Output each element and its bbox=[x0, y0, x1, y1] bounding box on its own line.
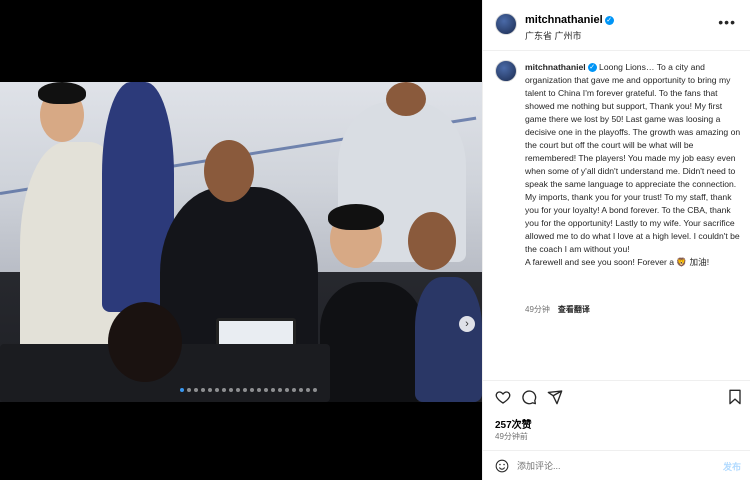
carousel-dot bbox=[201, 388, 205, 392]
location-link[interactable]: 广东省 广州市 bbox=[525, 29, 582, 42]
verified-badge-icon: ✓ bbox=[587, 63, 597, 72]
caption-avatar[interactable] bbox=[495, 60, 517, 82]
username-link[interactable]: mitchnathaniel ✓ bbox=[525, 14, 614, 26]
carousel-dot bbox=[299, 388, 303, 392]
carousel-dot bbox=[236, 388, 240, 392]
photo-assistant bbox=[320, 282, 424, 402]
carousel-dot bbox=[278, 388, 282, 392]
carousel-dot bbox=[222, 388, 226, 392]
photo-player-right bbox=[415, 277, 482, 402]
post-time: 49分钟前 bbox=[495, 432, 528, 441]
carousel-dot bbox=[208, 388, 212, 392]
post-header: mitchnathaniel ✓ 广东省 广州市 ••• bbox=[483, 0, 750, 51]
action-bar bbox=[483, 380, 750, 408]
post-photo[interactable]: › bbox=[0, 82, 482, 402]
carousel-dot bbox=[215, 388, 219, 392]
carousel-next-button[interactable]: › bbox=[459, 316, 475, 332]
caption-meta: 49分钟 查看翻译 bbox=[525, 304, 590, 315]
verified-badge-icon: ✓ bbox=[604, 16, 614, 25]
photo-coach-head bbox=[204, 140, 254, 202]
comment-icon[interactable] bbox=[521, 389, 537, 405]
carousel-dot bbox=[313, 388, 317, 392]
photo-staff-head bbox=[386, 82, 426, 116]
heart-icon[interactable] bbox=[495, 389, 511, 405]
more-options-icon[interactable]: ••• bbox=[718, 14, 736, 30]
carousel-dot bbox=[180, 388, 184, 392]
caption-text: mitchnathaniel ✓ Loong Lions… To a city a… bbox=[525, 61, 741, 269]
post-side-panel: mitchnathaniel ✓ 广东省 广州市 ••• mitchnathani… bbox=[482, 0, 750, 480]
avatar[interactable] bbox=[495, 13, 517, 35]
photo-foreground-head bbox=[108, 302, 182, 382]
caption-area: mitchnathaniel ✓ Loong Lions… To a city a… bbox=[483, 52, 750, 380]
likes-count[interactable]: 257次赞 bbox=[495, 416, 532, 431]
caption-username[interactable]: mitchnathaniel bbox=[525, 62, 586, 72]
media-panel: › bbox=[0, 0, 482, 480]
carousel-dot bbox=[306, 388, 310, 392]
post-comment-button[interactable]: 发布 bbox=[723, 460, 741, 473]
photo-hair bbox=[38, 82, 86, 104]
carousel-dot bbox=[292, 388, 296, 392]
carousel-dot bbox=[285, 388, 289, 392]
carousel-dot bbox=[257, 388, 261, 392]
caption-age: 49分钟 bbox=[525, 305, 550, 314]
bookmark-icon[interactable] bbox=[727, 389, 743, 405]
username-text: mitchnathaniel bbox=[525, 14, 603, 26]
share-icon[interactable] bbox=[547, 389, 563, 405]
caption-farewell: A farewell and see you soon! Forever a 🦁… bbox=[525, 257, 710, 267]
comment-input[interactable] bbox=[517, 457, 707, 475]
carousel-dot bbox=[229, 388, 233, 392]
emoji-icon[interactable] bbox=[495, 459, 509, 473]
photo-player-right-head bbox=[408, 212, 456, 270]
comment-composer: 发布 bbox=[483, 450, 750, 480]
carousel-dot bbox=[271, 388, 275, 392]
carousel-dots bbox=[180, 388, 317, 392]
carousel-dot bbox=[187, 388, 191, 392]
carousel-dot bbox=[194, 388, 198, 392]
translate-link[interactable]: 查看翻译 bbox=[558, 305, 590, 314]
carousel-dot bbox=[264, 388, 268, 392]
carousel-dot bbox=[250, 388, 254, 392]
carousel-dot bbox=[243, 388, 247, 392]
photo-assistant-hair bbox=[328, 204, 384, 230]
chevron-right-icon: › bbox=[465, 318, 469, 330]
caption-body: Loong Lions… To a city and organization … bbox=[525, 62, 741, 254]
